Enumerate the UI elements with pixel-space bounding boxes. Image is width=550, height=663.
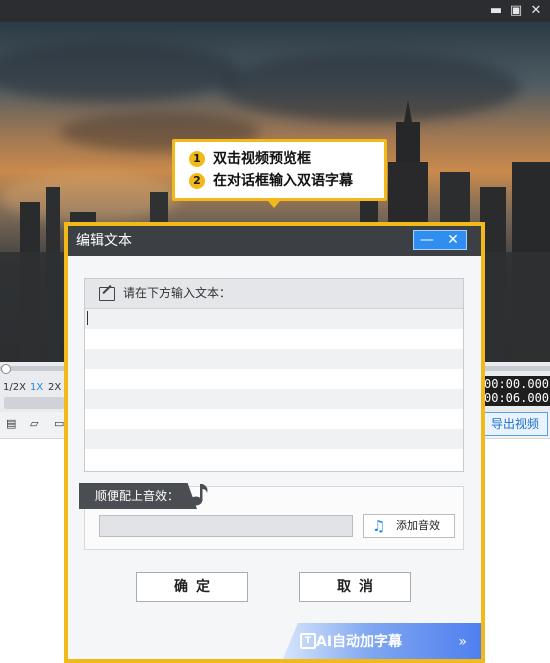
add-sound-label: 添加音效 <box>396 519 440 532</box>
step-1-badge: 1 <box>189 151 205 167</box>
tooltip-arrow <box>268 201 280 208</box>
step-1-text: 双击视频预览框 <box>213 151 311 167</box>
edit-text-dialog: 编辑文本 — ✕ 请在下方输入文本： 顺便配上音效： ♫ 添加音效 确定 取消 … <box>64 222 485 663</box>
speed-half[interactable]: 1/2X <box>3 382 26 393</box>
dialog-header: 编辑文本 — ✕ <box>68 226 481 256</box>
progress-handle[interactable] <box>1 364 11 374</box>
text-line[interactable] <box>85 389 463 409</box>
add-music-icon: ♫ <box>372 517 386 535</box>
dialog-controls: — ✕ <box>413 230 467 250</box>
dialog-title: 编辑文本 <box>76 233 132 249</box>
minimize-button[interactable]: ▬ <box>486 2 506 20</box>
speed-1x[interactable]: 1X <box>30 382 43 393</box>
sound-effect-title: 顺便配上音效： <box>79 483 197 509</box>
text-line[interactable] <box>85 409 463 429</box>
ok-button[interactable]: 确定 <box>136 572 248 602</box>
sound-effect-panel: 顺便配上音效： ♫ 添加音效 <box>79 483 464 550</box>
text-line[interactable] <box>85 449 463 469</box>
sound-effect-field[interactable] <box>99 515 353 537</box>
edit-icon <box>99 287 115 301</box>
step-2-badge: 2 <box>189 173 205 189</box>
ai-subtitle-label: AI自动加字幕 <box>316 634 403 650</box>
ai-subtitle-button[interactable]: T AI自动加字幕 » <box>282 623 481 659</box>
maximize-button[interactable]: ▣ <box>506 2 526 20</box>
text-panel-header: 请在下方输入文本： <box>85 279 463 309</box>
time-display: 00:00.000 00:06.000 <box>478 376 550 406</box>
music-note-icon <box>190 484 208 506</box>
text-line[interactable] <box>85 309 463 329</box>
ai-subtitle-icon: T <box>300 633 316 649</box>
text-line[interactable] <box>85 349 463 369</box>
step-2-text: 在对话框输入双语字幕 <box>213 173 353 189</box>
double-chevron-icon: » <box>458 634 467 650</box>
add-sound-button[interactable]: ♫ 添加音效 <box>363 514 455 538</box>
export-video-button[interactable]: 导出视频 <box>482 412 548 436</box>
time-current: 00:00.000 <box>484 377 550 391</box>
text-line[interactable] <box>85 329 463 349</box>
speed-2x[interactable]: 2X <box>48 382 61 393</box>
text-input-panel[interactable]: 请在下方输入文本： <box>84 278 464 472</box>
text-line[interactable] <box>85 369 463 389</box>
speed-slider[interactable] <box>4 397 64 409</box>
text-cursor <box>87 311 88 325</box>
text-line[interactable] <box>85 429 463 449</box>
text-icon[interactable]: ▤ <box>6 418 20 430</box>
close-button[interactable]: ✕ <box>526 2 546 20</box>
dialog-minimize-button[interactable]: — <box>414 231 440 249</box>
tooltip-step-1: 1 双击视频预览框 <box>189 149 311 169</box>
time-total: 00:06.000 <box>484 391 550 405</box>
tooltip-step-2: 2 在对话框输入双语字幕 <box>189 171 353 191</box>
dialog-close-button[interactable]: ✕ <box>440 231 466 249</box>
instruction-tooltip: 1 双击视频预览框 2 在对话框输入双语字幕 <box>172 139 387 201</box>
cancel-button[interactable]: 取消 <box>299 572 411 602</box>
dialog-body: 请在下方输入文本： 顺便配上音效： ♫ 添加音效 确定 取消 T AI自动加字幕… <box>68 256 481 659</box>
app-titlebar: ▬ ▣ ✕ <box>0 0 550 22</box>
folder-icon[interactable]: ▱ <box>30 418 44 430</box>
text-prompt: 请在下方输入文本： <box>123 286 232 300</box>
